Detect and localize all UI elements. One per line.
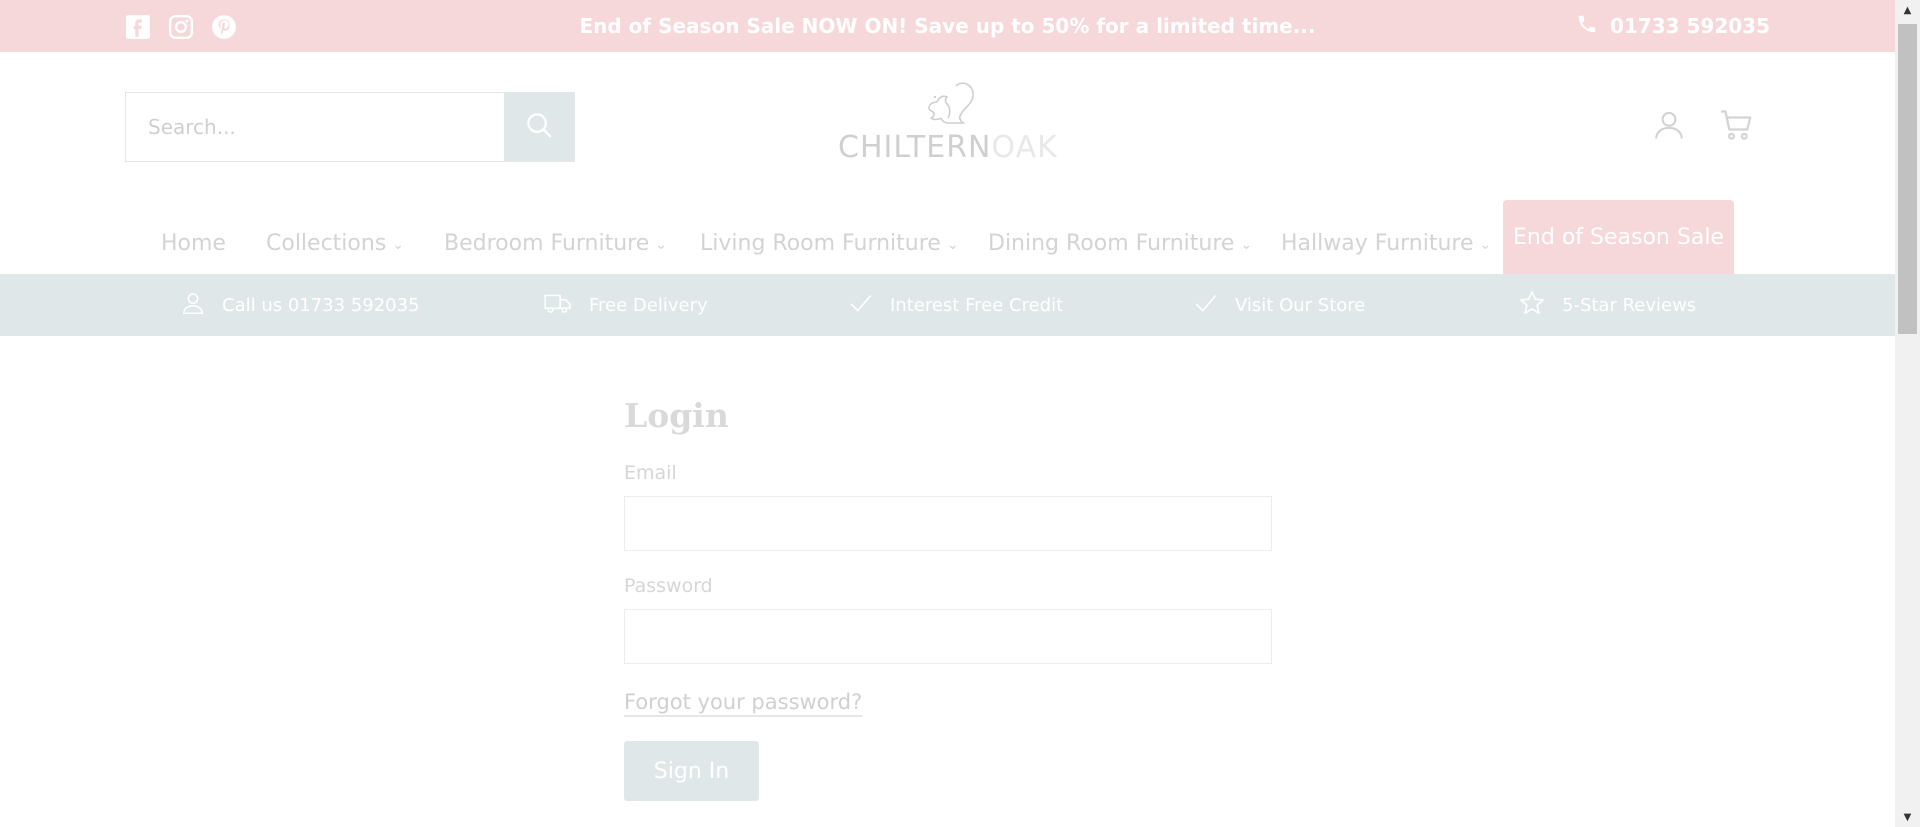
cart-icon[interactable] xyxy=(1718,107,1754,147)
usp-delivery[interactable]: Free Delivery xyxy=(543,274,708,336)
usp-credit[interactable]: Interest Free Credit xyxy=(848,274,1063,336)
email-field[interactable] xyxy=(624,496,1272,551)
nav-item-home[interactable]: Home xyxy=(161,214,226,274)
account-icon[interactable] xyxy=(1652,107,1686,147)
squirrel-icon xyxy=(918,80,978,132)
page-scrollbar[interactable]: ▲ ▼ xyxy=(1895,0,1920,827)
scroll-down-arrow-icon[interactable]: ▼ xyxy=(1895,807,1920,827)
chevron-down-icon: ⌄ xyxy=(1240,237,1253,253)
search-button[interactable] xyxy=(504,93,574,161)
scrollbar-thumb[interactable] xyxy=(1898,24,1917,334)
chevron-down-icon: ⌄ xyxy=(392,237,405,253)
nav-item-collections[interactable]: Collections ⌄ xyxy=(266,214,404,274)
password-field[interactable] xyxy=(624,609,1272,664)
search-input[interactable] xyxy=(126,93,506,161)
page-title: Login xyxy=(624,396,729,435)
phone-number: 01733 592035 xyxy=(1609,14,1770,38)
email-label: Email xyxy=(624,462,677,484)
usp-store[interactable]: Visit Our Store xyxy=(1193,274,1365,336)
usp-bar: Call us 01733 592035 Free Delivery Inter… xyxy=(0,274,1895,336)
phone-icon xyxy=(1576,13,1598,40)
check-icon xyxy=(848,290,874,321)
password-label: Password xyxy=(624,575,713,597)
search-form xyxy=(125,92,575,162)
announcement-bar: End of Season Sale NOW ON! Save up to 50… xyxy=(0,0,1895,52)
forgot-password-link[interactable]: Forgot your password? xyxy=(624,690,862,714)
nav-item-living-room[interactable]: Living Room Furniture ⌄ xyxy=(700,214,959,274)
logo-wordmark: CHILTERNOAK xyxy=(838,130,1058,165)
truck-icon xyxy=(543,290,573,321)
nav-item-sale[interactable]: End of Season Sale xyxy=(1503,200,1734,274)
search-icon xyxy=(524,110,554,144)
site-logo[interactable]: CHILTERNOAK xyxy=(838,80,1058,165)
sign-in-button[interactable]: Sign In xyxy=(624,741,759,801)
nav-item-hallway[interactable]: Hallway Furniture ⌄ xyxy=(1281,214,1491,274)
person-icon xyxy=(180,290,206,321)
usp-reviews[interactable]: 5-Star Reviews xyxy=(1518,274,1696,336)
chevron-down-icon: ⌄ xyxy=(1479,237,1492,253)
topbar-phone[interactable]: 01733 592035 xyxy=(1576,0,1770,52)
star-icon xyxy=(1518,289,1546,322)
nav-item-dining-room[interactable]: Dining Room Furniture ⌄ xyxy=(988,214,1252,274)
nav-item-bedroom[interactable]: Bedroom Furniture ⌄ xyxy=(444,214,667,274)
chevron-down-icon: ⌄ xyxy=(655,237,668,253)
scroll-up-arrow-icon[interactable]: ▲ xyxy=(1895,0,1920,20)
check-icon xyxy=(1193,290,1219,321)
usp-call[interactable]: Call us 01733 592035 xyxy=(180,274,420,336)
chevron-down-icon: ⌄ xyxy=(946,237,959,253)
